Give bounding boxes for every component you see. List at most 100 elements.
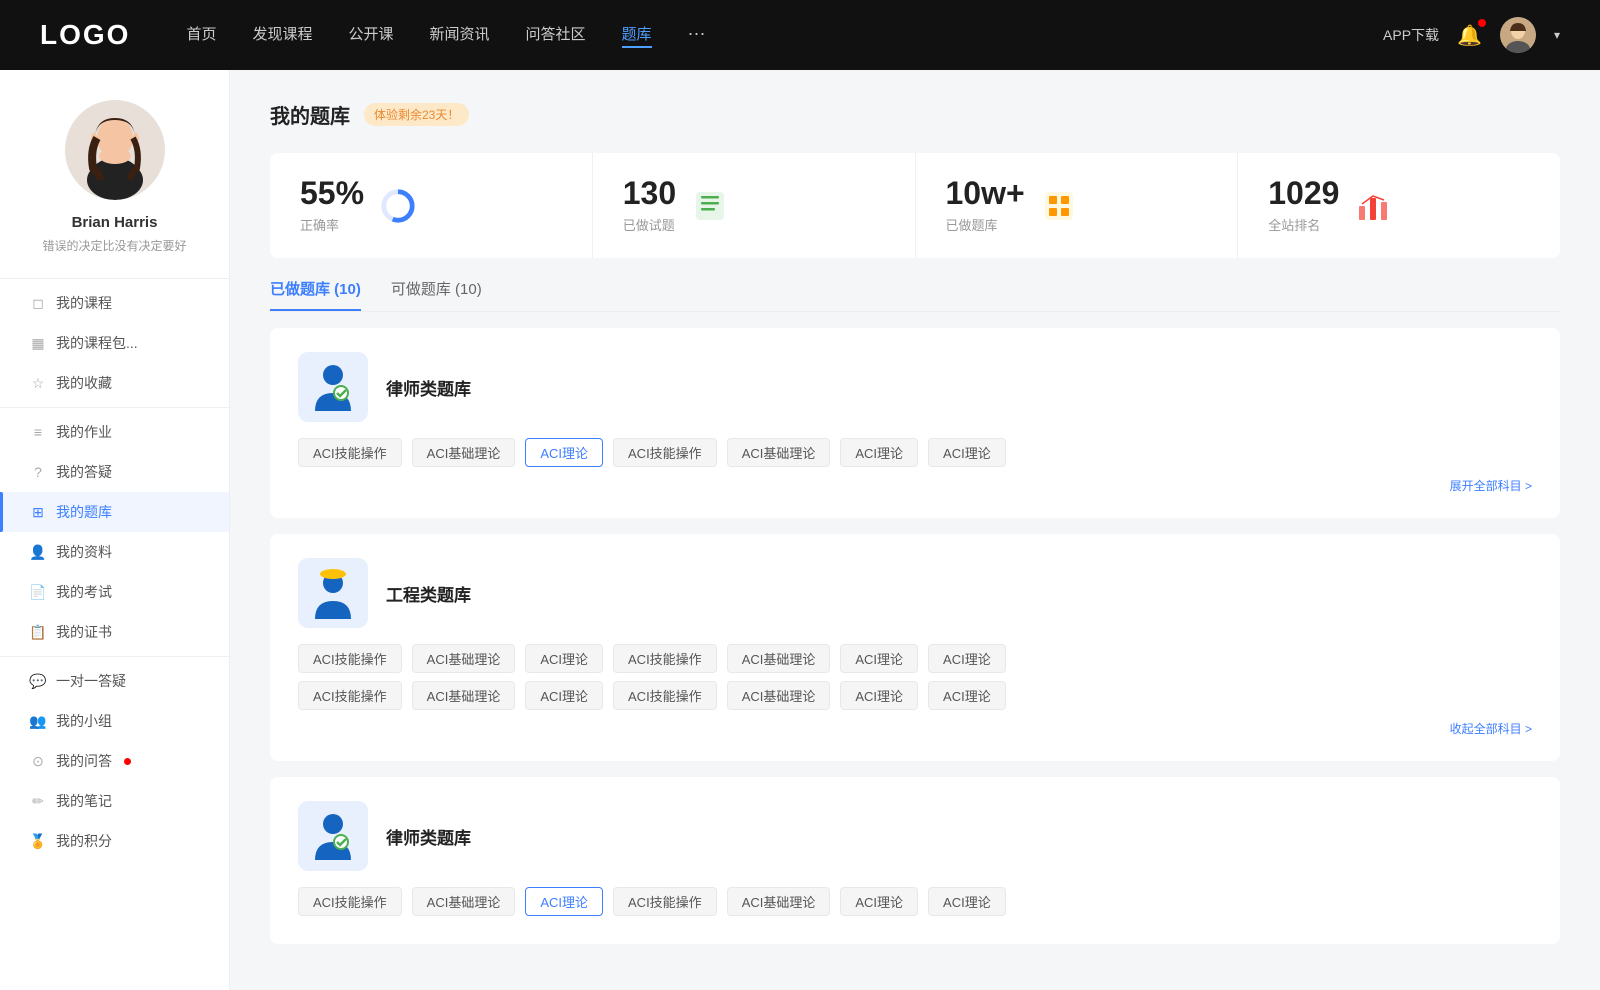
eng-tag-r1-4[interactable]: ACI基础理论 bbox=[727, 644, 831, 673]
tag-2-active[interactable]: ACI理论 bbox=[525, 438, 603, 467]
sidebar-item-course-pkg[interactable]: ▦ 我的课程包... bbox=[0, 323, 229, 363]
nav-qa[interactable]: 问答社区 bbox=[526, 23, 586, 48]
navbar-right: APP下载 🔔 ▾ bbox=[1383, 17, 1560, 53]
eng-tag-r2-6[interactable]: ACI理论 bbox=[928, 681, 1006, 710]
homework-icon: ≡ bbox=[30, 424, 46, 440]
bank-tags-lawyer-1: ACI技能操作 ACI基础理论 ACI理论 ACI技能操作 ACI基础理论 AC… bbox=[298, 438, 1532, 467]
stat-done-questions-value: 130 bbox=[623, 177, 676, 209]
navbar: LOGO 首页 发现课程 公开课 新闻资讯 问答社区 题库 ··· APP下载 … bbox=[0, 0, 1600, 70]
sidebar-item-exam[interactable]: 📄 我的考试 bbox=[0, 572, 229, 612]
nav-more[interactable]: ··· bbox=[688, 23, 706, 48]
tag-0[interactable]: ACI技能操作 bbox=[298, 438, 402, 467]
sidebar-divider-2 bbox=[0, 656, 229, 657]
bank-title-lawyer-2: 律师类题库 bbox=[386, 824, 471, 849]
stat-done-banks-value: 10w+ bbox=[946, 177, 1025, 209]
eng-tag-r2-5[interactable]: ACI理论 bbox=[840, 681, 918, 710]
sidebar-item-bank[interactable]: ⊞ 我的题库 bbox=[0, 492, 229, 532]
sidebar-motto: 错误的决定比没有决定要好 bbox=[26, 237, 202, 254]
sidebar-menu: ◻ 我的课程 ▦ 我的课程包... ☆ 我的收藏 ≡ 我的作业 ? 我的答疑 ⊞ bbox=[0, 283, 229, 861]
group-icon: 👥 bbox=[30, 713, 46, 729]
eng-tag-r1-5[interactable]: ACI理论 bbox=[840, 644, 918, 673]
stat-rank: 1029 全站排名 bbox=[1238, 153, 1560, 258]
eng-tag-r2-1[interactable]: ACI基础理论 bbox=[412, 681, 516, 710]
points-icon: 🏅 bbox=[30, 833, 46, 849]
tag-3[interactable]: ACI技能操作 bbox=[613, 438, 717, 467]
user-dropdown-chevron[interactable]: ▾ bbox=[1554, 28, 1560, 42]
sidebar: Brian Harris 错误的决定比没有决定要好 ◻ 我的课程 ▦ 我的课程包… bbox=[0, 70, 230, 990]
stat-rank-value: 1029 bbox=[1268, 177, 1339, 209]
page-layout: Brian Harris 错误的决定比没有决定要好 ◻ 我的课程 ▦ 我的课程包… bbox=[0, 70, 1600, 990]
done-questions-icon bbox=[692, 188, 728, 224]
courses-icon: ◻ bbox=[30, 295, 46, 311]
l2-tag-3[interactable]: ACI技能操作 bbox=[613, 887, 717, 916]
eng-tag-r2-0[interactable]: ACI技能操作 bbox=[298, 681, 402, 710]
bank-card-lawyer-2: 律师类题库 ACI技能操作 ACI基础理论 ACI理论 ACI技能操作 ACI基… bbox=[270, 777, 1560, 944]
cert-icon: 📋 bbox=[30, 624, 46, 640]
notification-bell[interactable]: 🔔 bbox=[1457, 23, 1482, 48]
sidebar-item-qa[interactable]: ? 我的答疑 bbox=[0, 452, 229, 492]
eng-tag-r2-3[interactable]: ACI技能操作 bbox=[613, 681, 717, 710]
tag-5[interactable]: ACI理论 bbox=[840, 438, 918, 467]
l2-tag-0[interactable]: ACI技能操作 bbox=[298, 887, 402, 916]
sidebar-item-profile[interactable]: 👤 我的资料 bbox=[0, 532, 229, 572]
bank-icon-engineering bbox=[298, 558, 368, 628]
l2-tag-5[interactable]: ACI理论 bbox=[840, 887, 918, 916]
l2-tag-1[interactable]: ACI基础理论 bbox=[412, 887, 516, 916]
nav-discover[interactable]: 发现课程 bbox=[252, 23, 312, 48]
nav-open[interactable]: 公开课 bbox=[348, 23, 393, 48]
eng-tag-r1-0[interactable]: ACI技能操作 bbox=[298, 644, 402, 673]
page-title-row: 我的题库 体验剩余23天！ bbox=[270, 100, 1560, 129]
sidebar-item-courses[interactable]: ◻ 我的课程 bbox=[0, 283, 229, 323]
bank-title-engineering: 工程类题库 bbox=[386, 581, 471, 606]
questions-dot bbox=[124, 758, 131, 765]
nav-home[interactable]: 首页 bbox=[186, 23, 216, 48]
sidebar-divider-top bbox=[0, 278, 229, 279]
l2-tag-6[interactable]: ACI理论 bbox=[928, 887, 1006, 916]
app-download-button[interactable]: APP下载 bbox=[1383, 25, 1439, 45]
tag-1[interactable]: ACI基础理论 bbox=[412, 438, 516, 467]
sidebar-item-points[interactable]: 🏅 我的积分 bbox=[0, 821, 229, 861]
main-content: 我的题库 体验剩余23天！ 55% 正确率 bbox=[230, 70, 1600, 990]
eng-tag-r1-3[interactable]: ACI技能操作 bbox=[613, 644, 717, 673]
stat-done-banks: 10w+ 已做题库 bbox=[916, 153, 1239, 258]
bank-tags-engineering-1: ACI技能操作 ACI基础理论 ACI理论 ACI技能操作 ACI基础理论 AC… bbox=[298, 644, 1532, 673]
page-title: 我的题库 bbox=[270, 100, 350, 129]
tab-done-banks[interactable]: 已做题库 (10) bbox=[270, 278, 361, 311]
tutoring-icon: 💬 bbox=[30, 673, 46, 689]
nav-links: 首页 发现课程 公开课 新闻资讯 问答社区 题库 ··· bbox=[186, 23, 1347, 48]
tag-6[interactable]: ACI理论 bbox=[928, 438, 1006, 467]
bank-icon: ⊞ bbox=[30, 504, 46, 520]
logo[interactable]: LOGO bbox=[40, 19, 130, 51]
bank-icon-lawyer-1 bbox=[298, 352, 368, 422]
sidebar-item-notes[interactable]: ✏ 我的笔记 bbox=[0, 781, 229, 821]
sidebar-item-homework[interactable]: ≡ 我的作业 bbox=[0, 412, 229, 452]
collapse-link-engineering[interactable]: 收起全部科目 > bbox=[298, 714, 1532, 737]
sidebar-item-cert[interactable]: 📋 我的证书 bbox=[0, 612, 229, 652]
sidebar-item-collect[interactable]: ☆ 我的收藏 bbox=[0, 363, 229, 403]
nav-news[interactable]: 新闻资讯 bbox=[430, 23, 490, 48]
questions-icon: ⊙ bbox=[30, 753, 46, 769]
eng-tag-r1-2[interactable]: ACI理论 bbox=[525, 644, 603, 673]
l2-tag-2-active[interactable]: ACI理论 bbox=[525, 887, 603, 916]
eng-tag-r1-1[interactable]: ACI基础理论 bbox=[412, 644, 516, 673]
user-avatar[interactable] bbox=[1500, 17, 1536, 53]
tab-available-banks[interactable]: 可做题库 (10) bbox=[391, 278, 482, 311]
accuracy-chart-icon bbox=[380, 188, 416, 224]
eng-tag-r2-2[interactable]: ACI理论 bbox=[525, 681, 603, 710]
sidebar-item-group[interactable]: 👥 我的小组 bbox=[0, 701, 229, 741]
stat-done-questions: 130 已做试题 bbox=[593, 153, 916, 258]
l2-tag-4[interactable]: ACI基础理论 bbox=[727, 887, 831, 916]
eng-tag-r2-4[interactable]: ACI基础理论 bbox=[727, 681, 831, 710]
done-banks-icon bbox=[1041, 188, 1077, 224]
stat-accuracy-value: 55% bbox=[300, 177, 364, 209]
nav-bank[interactable]: 题库 bbox=[622, 23, 652, 48]
bank-card-lawyer-1: 律师类题库 ACI技能操作 ACI基础理论 ACI理论 ACI技能操作 ACI基… bbox=[270, 328, 1560, 518]
sidebar-item-questions[interactable]: ⊙ 我的问答 bbox=[0, 741, 229, 781]
tag-4[interactable]: ACI基础理论 bbox=[727, 438, 831, 467]
bank-card-engineering: 工程类题库 ACI技能操作 ACI基础理论 ACI理论 ACI技能操作 ACI基… bbox=[270, 534, 1560, 761]
sidebar-item-tutoring[interactable]: 💬 一对一答疑 bbox=[0, 661, 229, 701]
stat-accuracy: 55% 正确率 bbox=[270, 153, 593, 258]
bank-tags-lawyer-2: ACI技能操作 ACI基础理论 ACI理论 ACI技能操作 ACI基础理论 AC… bbox=[298, 887, 1532, 916]
eng-tag-r1-6[interactable]: ACI理论 bbox=[928, 644, 1006, 673]
expand-link-lawyer-1[interactable]: 展开全部科目 > bbox=[298, 471, 1532, 494]
